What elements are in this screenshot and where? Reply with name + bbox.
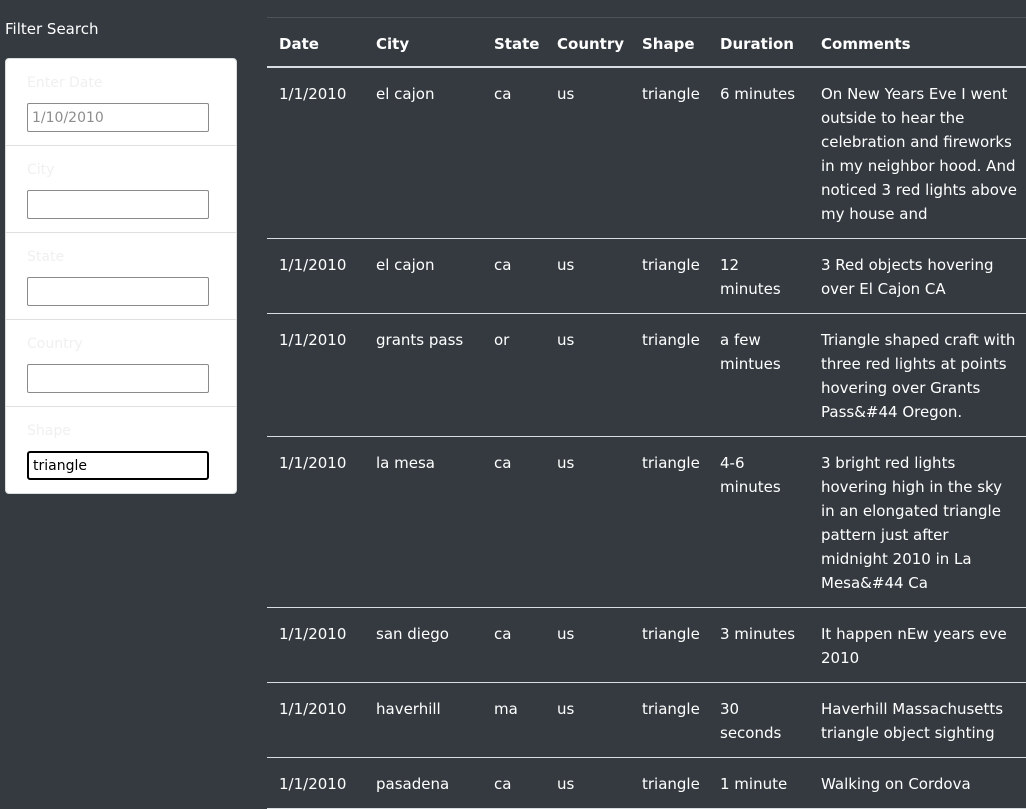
cell-shape: triangle <box>630 238 708 314</box>
header-city: City <box>364 17 482 68</box>
cell-date: 1/1/2010 <box>267 757 364 809</box>
table-row: 1/1/2010 el cajon ca us triangle 6 minut… <box>267 67 1026 239</box>
cell-state: ca <box>482 436 545 608</box>
country-filter-label: Country <box>27 336 83 352</box>
cell-comments: Triangle shaped craft with three red lig… <box>809 313 1026 437</box>
cell-state: ma <box>482 682 545 758</box>
table-row: 1/1/2010 grants pass or us triangle a fe… <box>267 313 1026 437</box>
cell-state: ca <box>482 757 545 809</box>
cell-country: us <box>545 238 630 314</box>
header-country: Country <box>545 17 630 68</box>
state-filter-label: State <box>27 249 65 265</box>
cell-date: 1/1/2010 <box>267 313 364 437</box>
shape-filter-label: Shape <box>27 423 71 439</box>
cell-country: us <box>545 757 630 809</box>
table-row: 1/1/2010 pasadena ca us triangle 1 minut… <box>267 757 1026 809</box>
cell-date: 1/1/2010 <box>267 607 364 683</box>
cell-duration: 3 minutes <box>708 607 809 683</box>
cell-date: 1/1/2010 <box>267 238 364 314</box>
table-header-row: Date City State Country Shape Duration C… <box>267 17 1026 68</box>
cell-shape: triangle <box>630 607 708 683</box>
filter-group-shape: Shape <box>6 407 236 493</box>
cell-shape: triangle <box>630 436 708 608</box>
cell-country: us <box>545 607 630 683</box>
country-filter-input[interactable] <box>27 364 209 393</box>
cell-shape: triangle <box>630 757 708 809</box>
shape-filter-input[interactable] <box>27 451 209 480</box>
cell-country: us <box>545 436 630 608</box>
table-row: 1/1/2010 haverhill ma us triangle 30 sec… <box>267 682 1026 758</box>
filter-group-date: Enter Date <box>6 59 236 146</box>
cell-country: us <box>545 682 630 758</box>
cell-shape: triangle <box>630 682 708 758</box>
filter-search-title: Filter Search <box>5 20 99 38</box>
cell-duration: 30 seconds <box>708 682 809 758</box>
cell-shape: triangle <box>630 67 708 239</box>
cell-comments: On New Years Eve I went outside to hear … <box>809 67 1026 239</box>
cell-city: pasadena <box>364 757 482 809</box>
cell-country: us <box>545 313 630 437</box>
cell-comments: Walking on Cordova <box>809 757 1026 809</box>
city-filter-input[interactable] <box>27 190 209 219</box>
filter-panel: Enter Date City State Country Shape <box>5 58 237 494</box>
cell-shape: triangle <box>630 313 708 437</box>
filter-group-state: State <box>6 233 236 320</box>
table-row: 1/1/2010 el cajon ca us triangle 12 minu… <box>267 238 1026 314</box>
cell-duration: 4-6 minutes <box>708 436 809 608</box>
cell-city: grants pass <box>364 313 482 437</box>
ufo-results-table-container: Date City State Country Shape Duration C… <box>267 17 1026 809</box>
header-state: State <box>482 17 545 68</box>
table-row: 1/1/2010 la mesa ca us triangle 4-6 minu… <box>267 436 1026 608</box>
cell-city: el cajon <box>364 238 482 314</box>
cell-date: 1/1/2010 <box>267 682 364 758</box>
filter-group-country: Country <box>6 320 236 407</box>
header-comments: Comments <box>809 17 1026 68</box>
table-row: 1/1/2010 san diego ca us triangle 3 minu… <box>267 607 1026 683</box>
cell-city: san diego <box>364 607 482 683</box>
cell-duration: a few mintues <box>708 313 809 437</box>
cell-date: 1/1/2010 <box>267 436 364 608</box>
filter-group-city: City <box>6 146 236 233</box>
cell-state: ca <box>482 607 545 683</box>
date-filter-input[interactable] <box>27 103 209 132</box>
cell-state: or <box>482 313 545 437</box>
cell-comments: It happen nEw years eve 2010 <box>809 607 1026 683</box>
cell-duration: 1 minute <box>708 757 809 809</box>
header-duration: Duration <box>708 17 809 68</box>
cell-date: 1/1/2010 <box>267 67 364 239</box>
cell-country: us <box>545 67 630 239</box>
state-filter-input[interactable] <box>27 277 209 306</box>
cell-city: el cajon <box>364 67 482 239</box>
cell-comments: 3 bright red lights hovering high in the… <box>809 436 1026 608</box>
cell-state: ca <box>482 238 545 314</box>
cell-comments: Haverhill Massachusetts triangle object … <box>809 682 1026 758</box>
header-date: Date <box>267 17 364 68</box>
header-shape: Shape <box>630 17 708 68</box>
cell-state: ca <box>482 67 545 239</box>
cell-comments: 3 Red objects hovering over El Cajon CA <box>809 238 1026 314</box>
cell-city: la mesa <box>364 436 482 608</box>
ufo-results-table: Date City State Country Shape Duration C… <box>267 17 1026 809</box>
cell-city: haverhill <box>364 682 482 758</box>
cell-duration: 12 minutes <box>708 238 809 314</box>
date-filter-label: Enter Date <box>27 75 103 91</box>
cell-duration: 6 minutes <box>708 67 809 239</box>
city-filter-label: City <box>27 162 55 178</box>
